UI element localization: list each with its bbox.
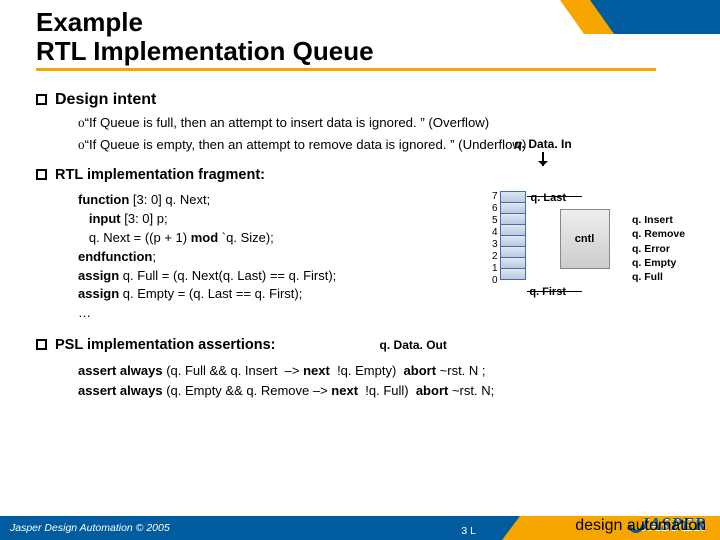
rtl-code-block: function [3: 0] q. Next; input [3: 0] p;…	[78, 191, 472, 323]
stack-indices: 76543210	[492, 191, 498, 287]
stack-cells	[500, 191, 526, 287]
queue-diagram: q. Last q. First 76543210 cntl q. Insert…	[472, 191, 702, 323]
header-corner	[560, 0, 720, 34]
square-bullet-icon	[36, 169, 47, 180]
qfirst-label: q. First	[529, 286, 566, 298]
square-bullet-icon	[36, 94, 47, 105]
dataout-label: q. Data. Out	[380, 338, 447, 352]
footer-copyright: Jasper Design Automation © 2005	[10, 522, 170, 534]
page-number: 3 L	[461, 525, 476, 537]
rtl-fragment-heading: RTL implementation fragment:	[36, 167, 702, 183]
qlast-label: q. Last	[531, 192, 566, 204]
slide-title-2: RTL Implementation Queue	[36, 37, 720, 66]
cntl-block: cntl	[560, 209, 610, 269]
circle-bullet-icon: o	[78, 137, 85, 152]
jasper-logo-sub: design automation	[575, 517, 706, 535]
datain-label: q. Data. In	[478, 137, 708, 166]
design-intent-heading: Design intent	[36, 91, 702, 109]
signal-labels: q. Insertq. Removeq. Errorq. Emptyq. Ful…	[632, 213, 685, 284]
square-bullet-icon	[36, 339, 47, 350]
psl-heading: PSL implementation assertions: q. Data. …	[36, 337, 702, 353]
psl-code-block: assert always (q. Full && q. Insert –> n…	[78, 361, 702, 400]
circle-bullet-icon: o	[78, 115, 85, 130]
